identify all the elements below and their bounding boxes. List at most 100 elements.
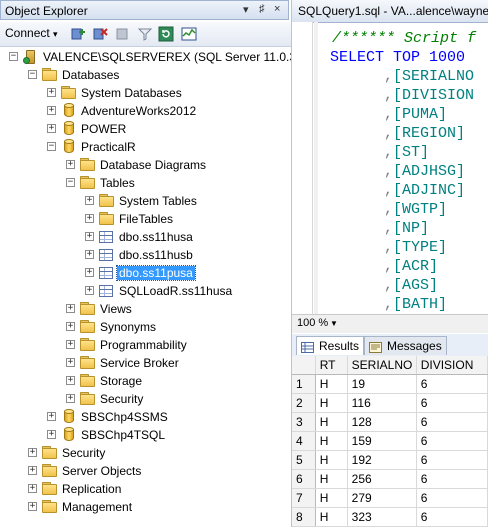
table-cell[interactable]: H xyxy=(315,507,348,527)
collapse-icon[interactable]: − xyxy=(28,70,37,79)
tree-node[interactable]: + SQLLoadR.ss11husa xyxy=(0,282,291,300)
tree-node[interactable]: − PracticalR xyxy=(0,138,291,156)
query-tab[interactable]: SQLQuery1.sql - VA...alence\wayne ( xyxy=(292,0,488,23)
table-cell[interactable]: 159 xyxy=(347,431,417,451)
connect-button[interactable]: Connect ▾ xyxy=(5,26,58,40)
row-number[interactable]: 2 xyxy=(292,393,316,413)
expand-icon[interactable]: + xyxy=(85,214,94,223)
expand-icon[interactable]: + xyxy=(28,484,37,493)
row-number[interactable]: 4 xyxy=(292,431,316,451)
column-header[interactable]: DIVISION xyxy=(416,356,488,375)
tree-node[interactable]: + SBSChp4TSQL xyxy=(0,426,291,444)
stop-icon[interactable] xyxy=(114,26,130,42)
pin-icon[interactable]: ♯ xyxy=(259,3,265,15)
chevron-down-icon[interactable]: ▼ xyxy=(330,319,338,328)
sql-code-editor[interactable]: /****** Script f SELECT TOP 1000 ,[SERIAL… xyxy=(292,22,488,314)
row-number[interactable]: 8 xyxy=(292,507,316,527)
expand-icon[interactable]: + xyxy=(28,448,37,457)
tab-results[interactable]: Results xyxy=(296,336,365,355)
connect-server-icon[interactable] xyxy=(70,26,86,42)
table-cell[interactable]: H xyxy=(315,431,348,451)
tree-node[interactable]: + SBSChp4SSMS xyxy=(0,408,291,426)
tree-node[interactable]: + System Tables xyxy=(0,192,291,210)
tree-node[interactable]: + dbo.ss11husb xyxy=(0,246,291,264)
expand-icon[interactable]: + xyxy=(66,340,75,349)
expand-icon[interactable]: + xyxy=(47,106,56,115)
table-cell[interactable]: 128 xyxy=(347,412,417,432)
collapse-icon[interactable]: − xyxy=(47,142,56,151)
tree-node[interactable]: + Storage xyxy=(0,372,291,390)
disconnect-icon[interactable] xyxy=(92,26,108,42)
table-cell[interactable]: 6 xyxy=(416,507,488,527)
collapse-icon[interactable]: − xyxy=(9,52,18,61)
row-number[interactable]: 6 xyxy=(292,469,316,489)
tree-node[interactable]: + POWER xyxy=(0,120,291,138)
zoom-select[interactable]: 100 % xyxy=(297,317,328,329)
table-cell[interactable]: H xyxy=(315,374,348,394)
table-row[interactable]: 4 H 159 6 xyxy=(292,431,488,451)
table-cell[interactable]: 6 xyxy=(416,374,488,394)
table-row[interactable]: 3 H 128 6 xyxy=(292,412,488,432)
table-row[interactable]: 1 H 19 6 xyxy=(292,374,488,394)
tree-node[interactable]: − VALENCE\SQLSERVEREX (SQL Server 11.0.31… xyxy=(0,48,291,66)
table-cell[interactable]: H xyxy=(315,412,348,432)
results-grid[interactable]: RT SERIALNO DIVISION 1 H 19 6 2 H 116 6 3 H 128 6 4 H 15… xyxy=(292,356,488,527)
collapse-icon[interactable]: − xyxy=(66,178,75,187)
filter-icon[interactable] xyxy=(137,26,153,42)
tree-node[interactable]: + Database Diagrams xyxy=(0,156,291,174)
tree-node[interactable]: + Server Objects xyxy=(0,462,291,480)
expand-icon[interactable]: + xyxy=(47,88,56,97)
table-row[interactable]: 8 H 323 6 xyxy=(292,507,488,527)
close-icon[interactable]: × xyxy=(274,3,280,15)
tree-node[interactable]: − Tables xyxy=(0,174,291,192)
expand-icon[interactable]: + xyxy=(47,412,56,421)
tree-node[interactable]: + Management xyxy=(0,498,291,516)
tab-messages[interactable]: Messages xyxy=(364,336,447,355)
row-number[interactable]: 7 xyxy=(292,488,316,508)
table-cell[interactable]: H xyxy=(315,450,348,470)
dropdown-icon[interactable]: ▾ xyxy=(243,3,249,16)
tree-node[interactable]: + Views xyxy=(0,300,291,318)
tree-node[interactable]: + Programmability xyxy=(0,336,291,354)
expand-icon[interactable]: + xyxy=(85,286,94,295)
expand-icon[interactable]: + xyxy=(85,232,94,241)
expand-icon[interactable]: + xyxy=(47,430,56,439)
tree-node[interactable]: + AdventureWorks2012 xyxy=(0,102,291,120)
tree-node[interactable]: − Databases xyxy=(0,66,291,84)
tree-node[interactable]: + Security xyxy=(0,390,291,408)
tree-node[interactable]: + System Databases xyxy=(0,84,291,102)
expand-icon[interactable]: + xyxy=(85,250,94,259)
column-header[interactable]: SERIALNO xyxy=(347,356,417,375)
row-number[interactable]: 1 xyxy=(292,374,316,394)
tree-node[interactable]: + Synonyms xyxy=(0,318,291,336)
table-cell[interactable]: H xyxy=(315,488,348,508)
expand-icon[interactable]: + xyxy=(66,394,75,403)
table-row[interactable]: 5 H 192 6 xyxy=(292,450,488,470)
table-cell[interactable]: 192 xyxy=(347,450,417,470)
table-cell[interactable]: 6 xyxy=(416,431,488,451)
expand-icon[interactable]: + xyxy=(85,268,94,277)
tree-node[interactable]: + Replication xyxy=(0,480,291,498)
row-number[interactable]: 5 xyxy=(292,450,316,470)
table-cell[interactable]: 323 xyxy=(347,507,417,527)
column-header[interactable]: RT xyxy=(315,356,348,375)
expand-icon[interactable]: + xyxy=(66,160,75,169)
table-cell[interactable]: 6 xyxy=(416,412,488,432)
tree-node[interactable]: + Security xyxy=(0,444,291,462)
table-row[interactable]: 6 H 256 6 xyxy=(292,469,488,489)
expand-icon[interactable]: + xyxy=(28,502,37,511)
activity-monitor-icon[interactable] xyxy=(181,26,197,42)
tree-node[interactable]: + dbo.ss11pusa xyxy=(0,264,291,282)
refresh-icon[interactable] xyxy=(158,26,174,42)
table-cell[interactable]: H xyxy=(315,469,348,489)
expand-icon[interactable]: + xyxy=(28,466,37,475)
expand-icon[interactable]: + xyxy=(47,124,56,133)
table-cell[interactable]: 6 xyxy=(416,393,488,413)
column-header[interactable] xyxy=(292,356,316,375)
table-cell[interactable]: 19 xyxy=(347,374,417,394)
expand-icon[interactable]: + xyxy=(66,322,75,331)
table-cell[interactable]: 279 xyxy=(347,488,417,508)
table-cell[interactable]: 6 xyxy=(416,488,488,508)
expand-icon[interactable]: + xyxy=(66,376,75,385)
table-cell[interactable]: 6 xyxy=(416,469,488,489)
